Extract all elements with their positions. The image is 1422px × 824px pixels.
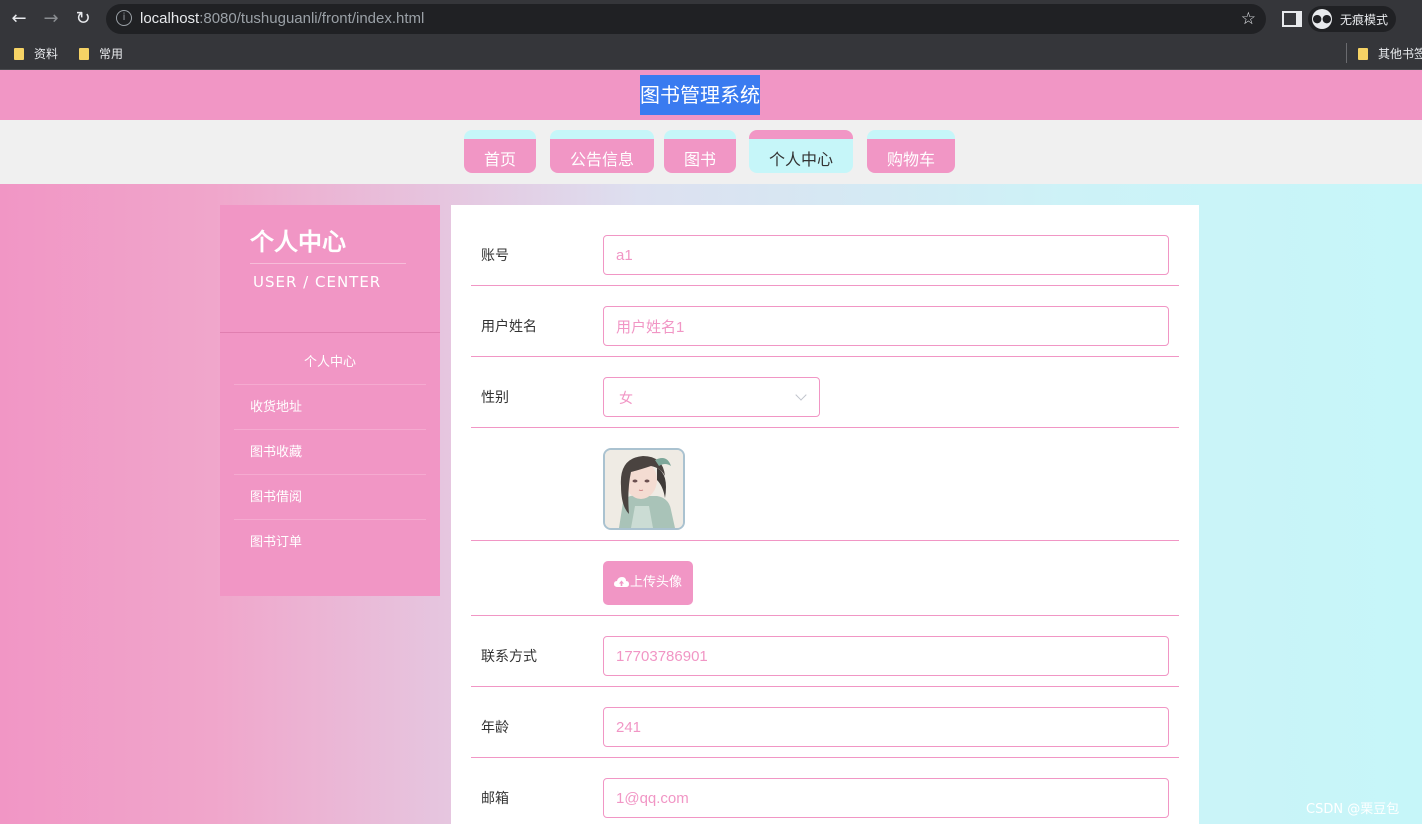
- form-row-age: 年龄: [471, 687, 1179, 758]
- nav-announcements[interactable]: 公告信息: [550, 130, 654, 173]
- site-header: 图书管理系统: [0, 70, 1422, 120]
- incognito-icon: ●●: [1312, 9, 1332, 29]
- sidebar-item-orders[interactable]: 图书订单: [234, 521, 426, 565]
- sidebar-title: 个人中心: [250, 228, 346, 256]
- account-label: 账号: [481, 248, 509, 264]
- gender-select[interactable]: 女: [603, 377, 820, 417]
- form-row-avatar: [471, 428, 1179, 541]
- site-title: 图书管理系统: [640, 75, 760, 115]
- sidebar-title-underline: [250, 263, 406, 264]
- sidebar-divider: [220, 332, 440, 333]
- sidebar-item-personal-center[interactable]: 个人中心: [234, 341, 426, 385]
- form-row-name: 用户姓名: [471, 286, 1179, 357]
- address-bar[interactable]: i localhost:8080/tushuguanli/front/index…: [106, 4, 1266, 34]
- nav-books[interactable]: 图书: [664, 130, 736, 173]
- gender-label: 性别: [481, 390, 509, 406]
- sidebar: 个人中心 USER / CENTER 个人中心 收货地址 图书收藏 图书借阅 图…: [220, 205, 440, 596]
- sidebar-item-borrow[interactable]: 图书借阅: [234, 476, 426, 520]
- nav-personal-center[interactable]: 个人中心: [749, 130, 853, 173]
- browser-toolbar: ← → ↻ i localhost:8080/tushuguanli/front…: [0, 0, 1422, 38]
- account-input[interactable]: [603, 235, 1169, 275]
- email-label: 邮箱: [481, 791, 509, 807]
- folder-icon: [1358, 48, 1368, 60]
- url-text[interactable]: localhost:8080/tushuguanli/front/index.h…: [140, 10, 424, 27]
- bookmark-folder-changyong[interactable]: 常用: [79, 45, 123, 62]
- bookmarks-bar: 资料 常用 其他书签: [0, 38, 1422, 70]
- form-row-upload: 上传头像: [471, 541, 1179, 616]
- folder-icon: [79, 48, 89, 60]
- form-row-phone: 联系方式: [471, 616, 1179, 687]
- email-input[interactable]: [603, 778, 1169, 818]
- bookmark-star-icon[interactable]: ☆: [1241, 9, 1256, 29]
- form-row-gender: 性别 女: [471, 357, 1179, 428]
- reload-icon[interactable]: ↻: [72, 8, 94, 30]
- side-panel-icon[interactable]: [1282, 11, 1302, 27]
- sidebar-item-favorites[interactable]: 图书收藏: [234, 431, 426, 475]
- top-nav: 首页 公告信息 图书 个人中心 购物车: [0, 120, 1422, 184]
- bookmarks-divider: [1346, 43, 1347, 63]
- avatar-image: [605, 450, 683, 528]
- sidebar-subtitle: USER / CENTER: [253, 273, 382, 291]
- cloud-upload-icon: [613, 577, 629, 587]
- form-row-email: 邮箱: [471, 758, 1179, 824]
- phone-input[interactable]: [603, 636, 1169, 676]
- bookmark-folder-ziliao[interactable]: 资料: [14, 45, 58, 62]
- name-input[interactable]: [603, 306, 1169, 346]
- avatar: [603, 448, 685, 530]
- back-icon[interactable]: ←: [8, 8, 30, 30]
- incognito-badge[interactable]: ●● 无痕模式: [1308, 6, 1396, 32]
- forward-icon[interactable]: →: [40, 8, 62, 30]
- site-info-icon[interactable]: i: [116, 10, 132, 26]
- folder-icon: [14, 48, 24, 60]
- nav-cart[interactable]: 购物车: [867, 130, 955, 173]
- other-bookmarks[interactable]: 其他书签: [1358, 45, 1422, 62]
- phone-label: 联系方式: [481, 649, 537, 665]
- form-row-account: 账号: [471, 205, 1179, 286]
- profile-form: 账号 用户姓名 性别 女: [451, 205, 1199, 824]
- age-input[interactable]: [603, 707, 1169, 747]
- sidebar-item-address[interactable]: 收货地址: [234, 386, 426, 430]
- chevron-down-icon: [795, 389, 807, 401]
- upload-avatar-button[interactable]: 上传头像: [603, 561, 693, 605]
- watermark: CSDN @栗豆包: [1306, 802, 1400, 817]
- name-label: 用户姓名: [481, 319, 537, 335]
- age-label: 年龄: [481, 720, 509, 736]
- gender-value: 女: [619, 391, 633, 407]
- nav-home[interactable]: 首页: [464, 130, 536, 173]
